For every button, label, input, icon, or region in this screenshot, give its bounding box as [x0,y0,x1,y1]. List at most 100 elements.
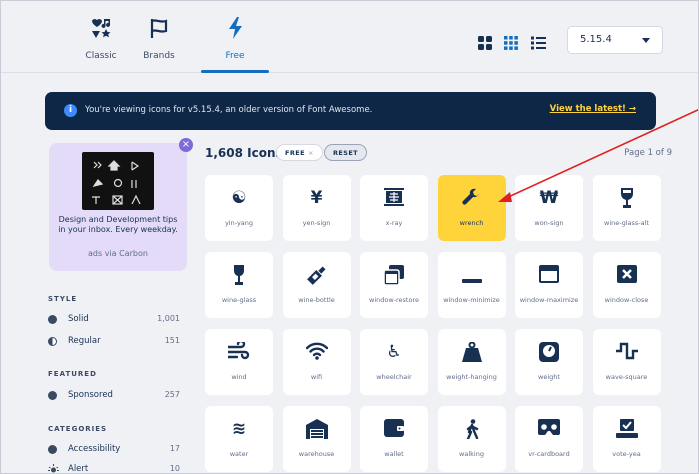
wrench-icon [438,188,506,213]
weight-icon [515,342,583,367]
tab-free[interactable]: Free [200,17,270,62]
icon-card-window-restore[interactable]: window-restore [360,252,428,318]
featured-section-title: FEATURED [48,370,97,378]
icon-card-label: wind [231,373,247,381]
icon-card-label: warehouse [298,450,335,458]
filter-regular[interactable]: Regular 151 [48,335,180,349]
window-maximize-icon [515,265,583,288]
icon-card-window-minimize[interactable]: window-minimize [437,252,506,318]
filter-accessibility-count: 17 [169,444,180,453]
icon-card-wrench[interactable]: wrench [437,175,506,241]
active-tab-indicator [201,70,269,73]
icon-card-window-maximize[interactable]: window-maximize [515,252,583,318]
flag-icon [124,17,194,43]
version-value: 5.15.4 [580,34,612,45]
icon-card-vote-yea[interactable]: vote-yea [592,406,661,472]
icon-card-vr-cardboard[interactable]: vr-cardboard [515,406,583,472]
icon-card-label: wine-bottle [298,296,335,304]
ad-image[interactable] [82,152,154,210]
wallet-icon [360,419,428,442]
icon-card-label: window-maximize [519,296,579,304]
results-count-title: 1,608 Icons [205,146,283,160]
alert-icon [48,464,59,473]
icon-card-water[interactable]: ≋ water [205,406,273,472]
close-icon[interactable]: × [308,149,314,157]
info-icon: i [64,104,77,117]
icon-card-wine-bottle[interactable]: wine-bottle [282,252,351,318]
bolt-icon [200,17,270,43]
filter-alert[interactable]: Alert 10 [48,463,180,474]
carbon-ad[interactable]: Design and Development tips in your inbo… [49,143,187,271]
chevron-down-icon [642,38,650,43]
wifi-icon [283,342,351,365]
icon-card-label: wallet [384,450,404,458]
free-chip-label: FREE [285,149,305,157]
icon-card-yen-sign[interactable]: ¥ yen-sign [282,175,351,241]
reset-button[interactable]: RESET [324,144,368,161]
icon-card-wind[interactable]: wind [205,329,273,395]
icon-card-label: water [229,450,249,458]
icon-card-won-sign[interactable]: ₩ won-sign [515,175,583,241]
large-grid-icon[interactable] [478,35,494,50]
icon-card-label: vote-yea [612,450,641,458]
tab-free-label: Free [225,51,245,61]
icon-card-x-ray[interactable]: x-ray [360,175,428,241]
wave-square-icon [593,342,661,365]
icon-card-label: wine-glass-alt [604,219,649,227]
icon-card-wheelchair[interactable]: ♿ wheelchair [360,329,428,395]
window-restore-icon [360,265,428,290]
wine-glass-alt-icon [593,188,661,213]
ad-close-button[interactable]: × [179,138,193,152]
filter-regular-label: Regular [68,336,101,346]
icon-card-label: x-ray [385,219,403,227]
icon-card-window-close[interactable]: window-close [592,252,661,318]
icon-card-label: wrench [459,219,484,227]
filter-solid-count: 1,001 [157,314,180,323]
small-grid-icon[interactable] [504,35,520,50]
icon-card-label: weight [538,373,560,381]
older-version-banner: i You're viewing icons for v5.15.4, an o… [45,92,656,130]
page: Classic Brands Free 5.15.4 i You're view… [0,0,699,474]
filter-solid[interactable]: Solid 1,001 [48,313,180,327]
wine-bottle-icon [283,265,351,290]
tab-brands[interactable]: Brands [124,17,194,62]
icon-card-label: wheelchair [376,373,412,381]
icon-card-label: window-minimize [443,296,500,304]
icon-card-walking[interactable]: walking [437,406,506,472]
icon-card-weight-hanging[interactable]: weight-hanging [437,329,506,395]
icon-card-warehouse[interactable]: warehouse [282,406,351,472]
banner-message: You're viewing icons for v5.15.4, an old… [85,105,373,115]
sponsored-icon [48,391,57,400]
view-latest-link[interactable]: View the latest! → [550,104,636,114]
icon-card-wifi[interactable]: wifi [282,329,351,395]
warehouse-icon [283,419,351,444]
yen-sign-icon: ¥ [310,188,323,208]
filter-accessibility[interactable]: Accessibility 17 [48,443,180,457]
version-select[interactable]: 5.15.4 [567,26,663,54]
vr-cardboard-icon [515,419,583,440]
ad-via[interactable]: ads via Carbon [49,249,187,258]
icon-card-label: yin-yang [224,219,254,227]
icon-card-weight[interactable]: weight [515,329,583,395]
filter-solid-label: Solid [68,314,89,324]
ad-text[interactable]: Design and Development tips in your inbo… [57,215,179,235]
list-icon[interactable] [531,35,547,50]
icon-card-yin-yang[interactable]: ☯ yin-yang [205,175,273,241]
page-indicator: Page 1 of 9 [624,148,672,158]
tab-classic-label: Classic [85,51,117,61]
icon-card-label: yen-sign [302,219,331,227]
icon-card-wine-glass-alt[interactable]: wine-glass-alt [592,175,661,241]
icon-card-label: window-close [604,296,649,304]
tab-brands-label: Brands [143,51,175,61]
filter-alert-label: Alert [68,464,89,474]
icon-card-label: walking [459,450,484,458]
filter-sponsored[interactable]: Sponsored 257 [48,389,180,403]
walking-icon [438,419,506,444]
icon-card-wallet[interactable]: wallet [360,406,428,472]
icon-card-wine-glass[interactable]: wine-glass [205,252,273,318]
free-filter-chip[interactable]: FREE × [276,144,323,161]
filter-accessibility-label: Accessibility [68,444,121,454]
icon-card-label: wifi [310,373,323,381]
weight-hanging-icon [438,342,506,367]
icon-card-wave-square[interactable]: wave-square [592,329,661,395]
